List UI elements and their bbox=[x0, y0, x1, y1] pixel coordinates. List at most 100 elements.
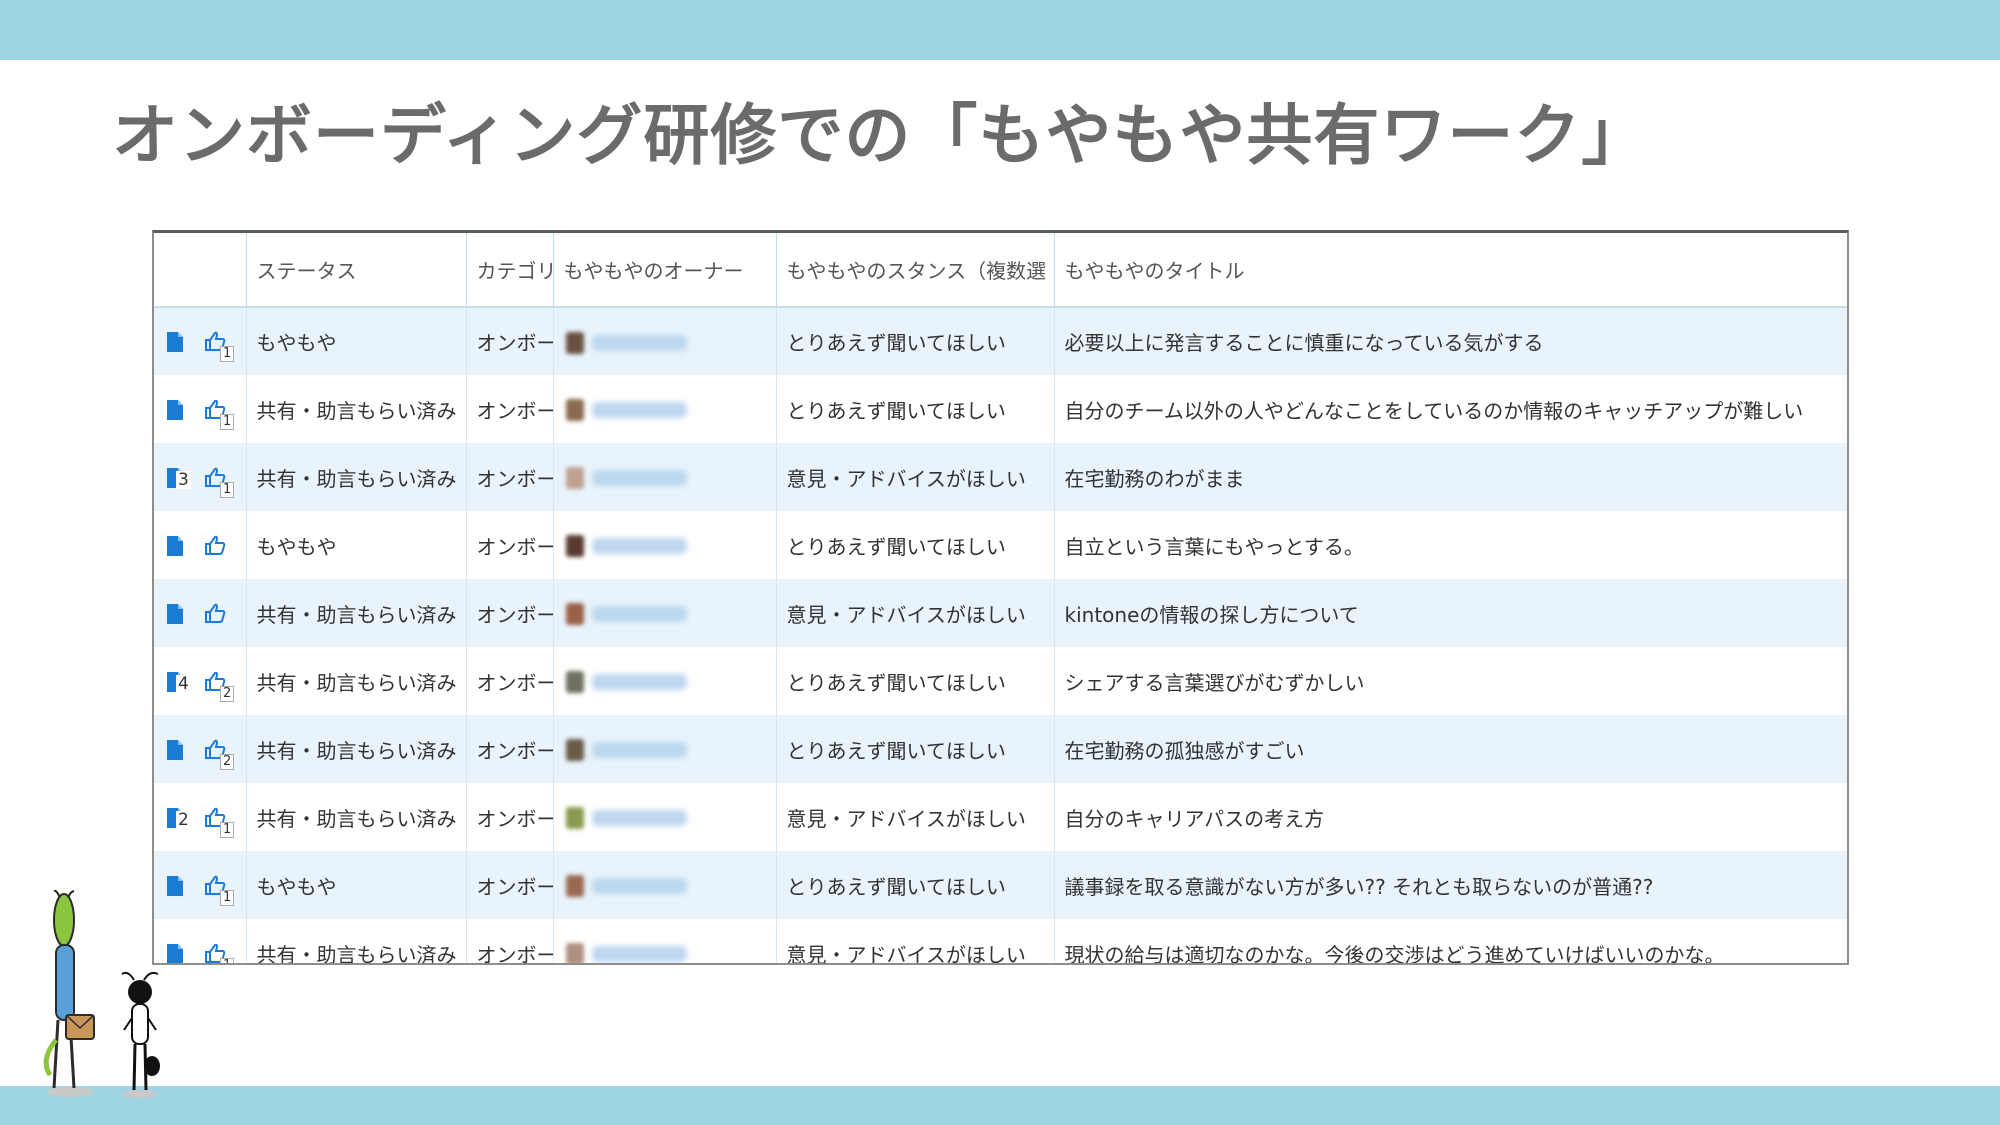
status-cell: もやもや bbox=[246, 851, 467, 919]
owner-name-redacted[interactable] bbox=[591, 538, 687, 555]
column-header-category[interactable]: カテゴリ bbox=[466, 233, 554, 308]
owner-cell bbox=[553, 307, 777, 375]
comment-count: 2 bbox=[176, 809, 191, 830]
table-row[interactable]: 3 1 共有・助言もらい済み オンボー 意見・アドバイスがほしい 在宅勤務のわがまま bbox=[154, 443, 1847, 511]
bottom-band bbox=[0, 1086, 2000, 1125]
table-row[interactable]: 共有・助言もらい済み オンボー 意見・アドバイスがほしい kintoneの情報の探し方… bbox=[154, 579, 1847, 647]
row-actions-cell: 1 bbox=[154, 307, 247, 375]
owner-name-redacted[interactable] bbox=[591, 334, 687, 351]
owner-name-redacted[interactable] bbox=[591, 402, 687, 419]
category-cell: オンボー bbox=[466, 647, 554, 715]
record-detail-icon[interactable] bbox=[166, 535, 184, 557]
like-count: 1 bbox=[220, 481, 235, 498]
record-detail-icon[interactable] bbox=[166, 739, 184, 761]
table-row[interactable]: 1 もやもや オンボー とりあえず聞いてほしい 議事録を取る意識がない方が多い?? それ… bbox=[154, 851, 1847, 919]
owner-avatar bbox=[565, 399, 584, 422]
column-header-title[interactable]: もやもやのタイトル bbox=[1054, 233, 1847, 308]
row-actions-cell: 1 bbox=[154, 375, 247, 443]
stance-cell: 意見・アドバイスがほしい bbox=[776, 783, 1055, 851]
status-cell: 共有・助言もらい済み bbox=[246, 783, 467, 851]
title-cell: 自分のチーム以外の人やどんなことをしているのか情報のキャッチアップが難しい bbox=[1054, 375, 1847, 443]
owner-name-redacted[interactable] bbox=[591, 810, 687, 827]
owner-name-redacted[interactable] bbox=[591, 606, 687, 623]
status-cell: 共有・助言もらい済み bbox=[246, 375, 467, 443]
like-icon[interactable] bbox=[204, 534, 230, 558]
owner-cell bbox=[553, 511, 777, 579]
owner-name-redacted[interactable] bbox=[591, 742, 687, 759]
owner-name-redacted[interactable] bbox=[591, 470, 687, 487]
like-icon[interactable]: 1 bbox=[204, 466, 235, 498]
owner-cell bbox=[553, 443, 777, 511]
status-cell: 共有・助言もらい済み bbox=[246, 443, 467, 511]
column-header-stance[interactable]: もやもやのスタンス（複数選 bbox=[776, 233, 1055, 308]
like-icon[interactable]: 2 bbox=[204, 670, 235, 702]
row-actions-cell bbox=[154, 511, 247, 579]
owner-cell bbox=[553, 919, 777, 963]
column-header-owner[interactable]: もやもやのオーナー bbox=[553, 233, 777, 308]
like-icon[interactable]: 1 bbox=[204, 874, 235, 906]
comment-count: 3 bbox=[176, 469, 191, 490]
category-cell: オンボー bbox=[466, 579, 554, 647]
owner-cell bbox=[553, 375, 777, 443]
record-detail-icon[interactable]: 3 bbox=[166, 467, 191, 489]
record-detail-icon[interactable] bbox=[166, 399, 184, 421]
table-row[interactable]: 2 共有・助言もらい済み オンボー とりあえず聞いてほしい 在宅勤務の孤独感がすごい bbox=[154, 715, 1847, 783]
category-cell: オンボー bbox=[466, 919, 554, 963]
owner-avatar bbox=[565, 535, 584, 558]
table-row[interactable]: もやもや オンボー とりあえず聞いてほしい 自立という言葉にもやっとする。 bbox=[154, 511, 1847, 579]
category-cell: オンボー bbox=[466, 511, 554, 579]
category-cell: オンボー bbox=[466, 307, 554, 375]
like-icon[interactable] bbox=[204, 602, 230, 626]
like-icon[interactable]: 1 bbox=[204, 398, 235, 430]
status-cell: 共有・助言もらい済み bbox=[246, 715, 467, 783]
title-cell: シェアする言葉選びがむずかしい bbox=[1054, 647, 1847, 715]
owner-name-redacted[interactable] bbox=[591, 674, 687, 691]
owner-avatar bbox=[565, 331, 584, 354]
table-row[interactable]: 1 共有・助言もらい済みオンボー 意見・アドバイスがほしい現状の給与は適切なのかな。… bbox=[154, 919, 1847, 963]
stance-cell: 意見・アドバイスがほしい bbox=[776, 579, 1055, 647]
record-detail-icon[interactable] bbox=[166, 331, 184, 353]
category-cell: オンボー bbox=[466, 851, 554, 919]
owner-name-redacted[interactable] bbox=[591, 946, 687, 963]
record-detail-icon[interactable] bbox=[166, 603, 184, 625]
like-count: 1 bbox=[220, 413, 235, 430]
column-header-status[interactable]: ステータス bbox=[246, 233, 467, 308]
top-band bbox=[0, 0, 2000, 60]
owner-cell bbox=[553, 851, 777, 919]
like-icon[interactable]: 1 bbox=[204, 806, 235, 838]
like-count: 1 bbox=[220, 889, 235, 906]
owner-name-redacted[interactable] bbox=[591, 878, 687, 895]
like-count: 1 bbox=[220, 821, 235, 838]
records-table: ステータス カテゴリ もやもやのオーナー もやもやのスタンス（複数選 もやもやの… bbox=[154, 233, 1847, 963]
owner-avatar bbox=[565, 875, 584, 898]
status-cell: もやもや bbox=[246, 511, 467, 579]
owner-avatar bbox=[565, 739, 584, 762]
table-row[interactable]: 1 もやもや オンボー とりあえず聞いてほしい 必要以上に発言することに慎重になっている… bbox=[154, 307, 1847, 375]
owner-avatar bbox=[565, 807, 584, 830]
table-row[interactable]: 1 共有・助言もらい済み オンボー とりあえず聞いてほしい 自分のチーム以外の人やどんな… bbox=[154, 375, 1847, 443]
owner-cell bbox=[553, 579, 777, 647]
record-detail-icon[interactable]: 2 bbox=[166, 807, 191, 829]
like-icon[interactable]: 1 bbox=[204, 942, 235, 963]
stance-cell: とりあえず聞いてほしい bbox=[776, 715, 1055, 783]
owner-cell bbox=[553, 783, 777, 851]
record-list-table: ステータス カテゴリ もやもやのオーナー もやもやのスタンス（複数選 もやもやの… bbox=[152, 230, 1849, 965]
title-cell: 現状の給与は適切なのかな。今後の交渉はどう進めていけばいいのかな。 bbox=[1054, 919, 1847, 963]
slide-title: オンボーディング研修での「もやもや共有ワーク」 bbox=[112, 97, 1649, 174]
column-header-actions bbox=[154, 233, 247, 308]
record-detail-icon[interactable]: 4 bbox=[166, 671, 191, 693]
status-cell: 共有・助言もらい済み bbox=[246, 919, 467, 963]
like-icon[interactable]: 1 bbox=[204, 330, 235, 363]
stance-cell: 意見・アドバイスがほしい bbox=[776, 443, 1055, 511]
like-icon[interactable]: 2 bbox=[204, 738, 235, 770]
stance-cell: とりあえず聞いてほしい bbox=[776, 307, 1055, 375]
owner-cell bbox=[553, 647, 777, 715]
table-row[interactable]: 4 2 共有・助言もらい済み オンボー とりあえず聞いてほしい シェアする言葉選びがむずか… bbox=[154, 647, 1847, 715]
table-row[interactable]: 2 1 共有・助言もらい済み オンボー 意見・アドバイスがほしい 自分のキャリアパスの考え… bbox=[154, 783, 1847, 851]
row-actions-cell: 31 bbox=[154, 443, 247, 511]
category-cell: オンボー bbox=[466, 715, 554, 783]
row-actions-cell bbox=[154, 579, 247, 647]
stance-cell: とりあえず聞いてほしい bbox=[776, 647, 1055, 715]
comment-count: 4 bbox=[176, 673, 191, 694]
table-header-row: ステータス カテゴリ もやもやのオーナー もやもやのスタンス（複数選 もやもやの… bbox=[154, 233, 1847, 308]
